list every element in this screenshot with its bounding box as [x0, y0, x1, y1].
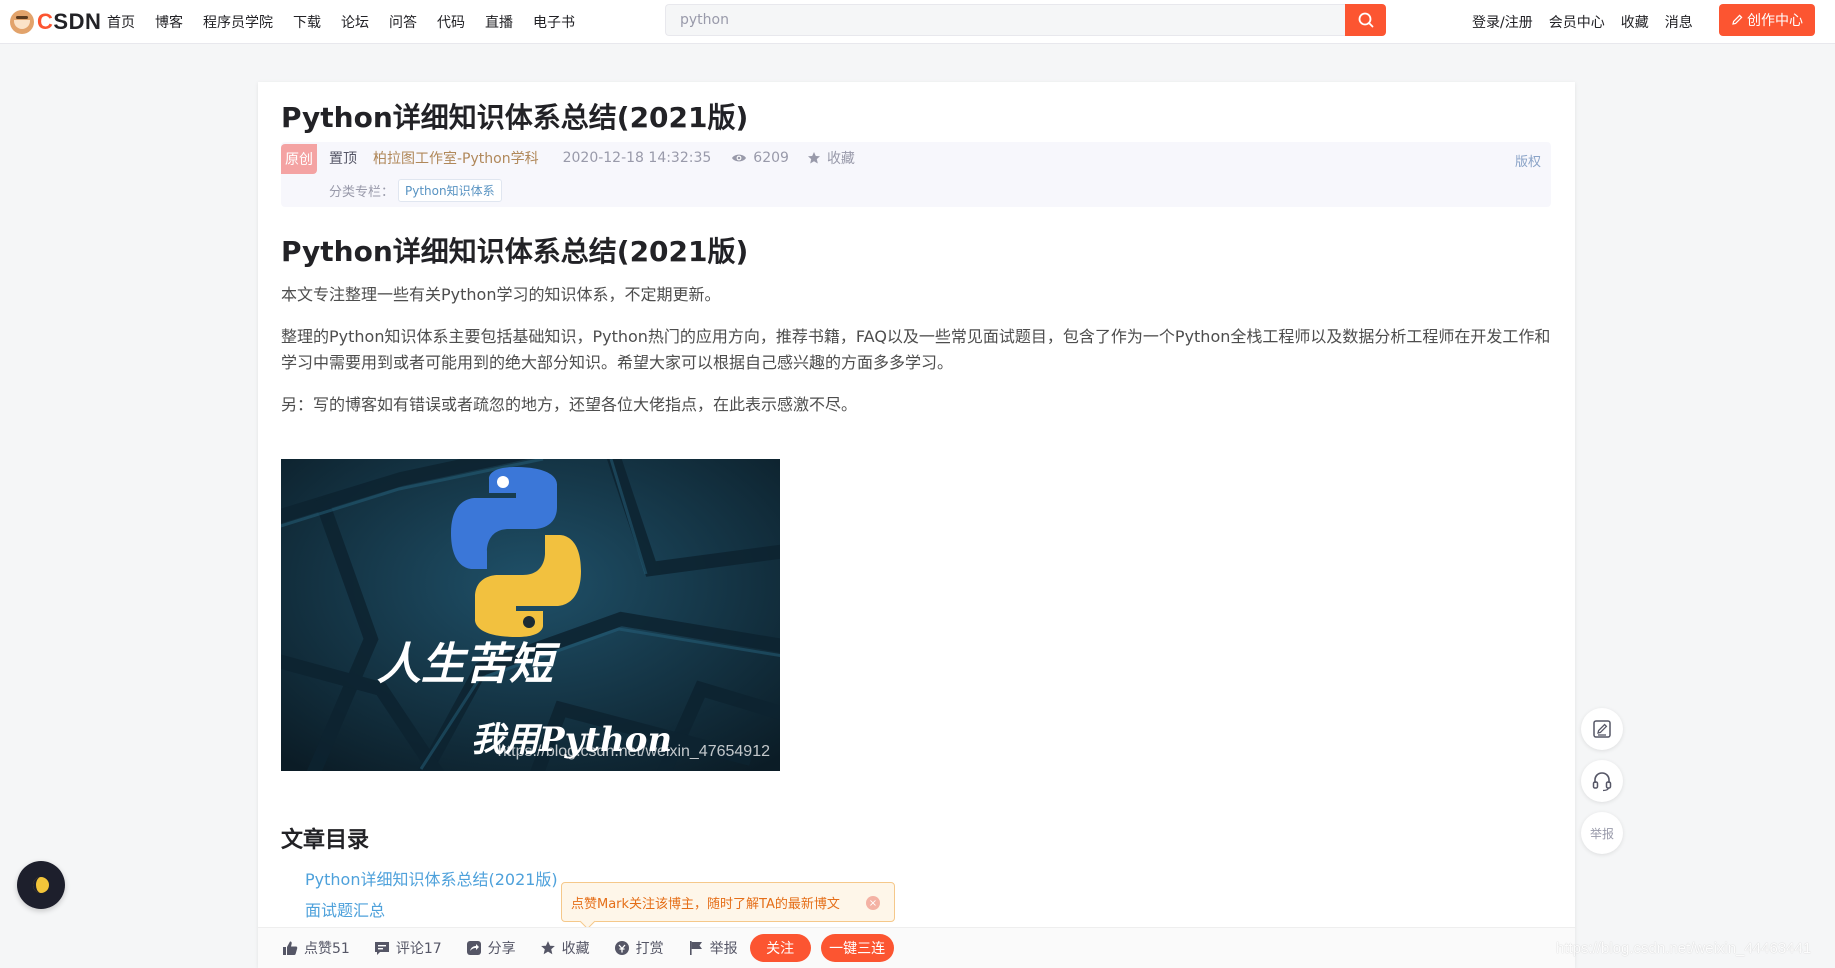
comment-button[interactable]: 评论17 — [374, 938, 442, 958]
flag-icon — [689, 941, 702, 955]
publish-date: 2020-12-18 14:32:35 — [562, 150, 712, 166]
reward-button[interactable]: 打赏 — [614, 938, 664, 958]
nav-live[interactable]: 直播 — [485, 12, 513, 32]
search-button[interactable] — [1345, 4, 1386, 36]
pen-icon — [1732, 14, 1743, 25]
favorite-button[interactable]: 收藏 — [540, 938, 590, 958]
like-label: 点赞51 — [304, 941, 350, 957]
follow-tip-text: 点赞Mark关注该博主，随时了解TA的最新博文 — [571, 896, 840, 912]
category-label: 分类专栏： — [329, 185, 395, 200]
create-center-label: 创作中心 — [1747, 13, 1803, 29]
csdn-logo[interactable]: CSDN — [10, 9, 101, 35]
calligraphy-line1: 人生苦短 — [377, 639, 561, 690]
article-card: Python详细知识体系总结(2021版) 原创 置顶 柏拉图工作室-Pytho… — [258, 82, 1575, 968]
search-input[interactable] — [665, 4, 1345, 36]
comment-icon — [374, 942, 389, 955]
headset-icon — [1592, 772, 1612, 792]
image-watermark: https://blog.csdn.net/weixin_47654912 — [497, 743, 770, 760]
nav-download[interactable]: 下载 — [293, 12, 321, 32]
report-button[interactable]: 举报 — [688, 938, 738, 958]
toc-item-interview[interactable]: 面试题汇总 — [305, 897, 385, 921]
star-icon — [807, 152, 820, 164]
paragraph-note: 另：写的博客如有错误或者疏忽的地方，还望各位大佬指点，在此表示感激不尽。 — [281, 395, 858, 414]
category-row: 分类专栏： Python知识体系 — [329, 179, 502, 202]
python-banner: 人生苦短 我用Python — [281, 459, 780, 771]
nav-ebook[interactable]: 电子书 — [533, 12, 575, 32]
brand-text: CSDN — [37, 9, 101, 35]
meta-favorite[interactable]: 收藏 — [807, 148, 855, 168]
pinned-label: 置顶 — [329, 151, 357, 167]
meta-row: 置顶 柏拉图工作室-Python学科 2020-12-18 14:32:35 6… — [329, 149, 855, 167]
triple-action-button[interactable]: 一键三连 — [820, 934, 894, 962]
paragraph-scope: 整理的Python知识体系主要包括基础知识，Python热门的应用方向，推荐书籍… — [281, 327, 1551, 372]
nav-qa[interactable]: 问答 — [389, 12, 417, 32]
share-icon — [466, 941, 481, 955]
dark-mode-toggle[interactable] — [17, 861, 65, 909]
article-meta: 原创 置顶 柏拉图工作室-Python学科 2020-12-18 14:32:3… — [281, 142, 1551, 207]
page-watermark: https://blog.csdn.net/weixin_44463441 — [1556, 940, 1812, 957]
favorite-label: 收藏 — [561, 941, 590, 957]
edit-tool-button[interactable] — [1581, 708, 1623, 750]
thumbs-up-icon — [283, 941, 298, 955]
author-link[interactable]: 柏拉图工作室-Python学科 — [373, 148, 539, 168]
mascot-icon — [10, 10, 34, 34]
article-heading: Python详细知识体系总结(2021版) — [281, 235, 749, 268]
moon-icon — [33, 877, 49, 893]
toc-item-summary[interactable]: Python详细知识体系总结(2021版) — [305, 866, 558, 890]
paragraph-intro: 本文专注整理一些有关Python学习的知识体系，不定期更新。 — [281, 285, 721, 304]
article-toolbar: 点赞51 评论17 分享 收藏 打赏 举报 关注 一键三连 — [258, 927, 1575, 968]
view-count: 6209 — [731, 150, 789, 166]
create-center-button[interactable]: 创作中心 — [1719, 4, 1815, 36]
search-icon — [1358, 12, 1373, 28]
nav-blog[interactable]: 博客 — [155, 12, 183, 32]
original-badge: 原创 — [281, 144, 317, 174]
like-button[interactable]: 点赞51 — [282, 938, 350, 958]
toc-title: 文章目录 — [281, 828, 370, 853]
category-tag[interactable]: Python知识体系 — [398, 179, 502, 202]
article-title: Python详细知识体系总结(2021版) — [281, 101, 749, 134]
eye-icon — [732, 154, 747, 162]
user-nav: 登录/注册 会员中心 收藏 消息 — [1472, 0, 1709, 44]
reward-label: 打赏 — [635, 941, 664, 957]
brand-rest: SDN — [53, 9, 102, 34]
article-hero-image: 人生苦短 我用Python https://blog.csdn.net/weix… — [281, 459, 780, 771]
messages-link[interactable]: 消息 — [1665, 12, 1693, 32]
favorites-link[interactable]: 收藏 — [1621, 12, 1649, 32]
follow-button[interactable]: 关注 — [749, 934, 811, 962]
customer-service-button[interactable] — [1581, 760, 1623, 802]
view-count-value: 6209 — [753, 150, 789, 166]
main-nav: 首页 博客 程序员学院 下载 论坛 问答 代码 直播 电子书 — [107, 0, 595, 44]
nav-home[interactable]: 首页 — [107, 12, 135, 32]
report-label: 举报 — [709, 941, 738, 957]
follow-tip-popup: 点赞Mark关注该博主，随时了解TA的最新博文 × — [561, 882, 895, 922]
top-navbar: CSDN 首页 博客 程序员学院 下载 论坛 问答 代码 直播 电子书 登录/注… — [0, 0, 1835, 44]
brand-prefix: C — [37, 9, 54, 34]
side-report-button[interactable]: 举报 — [1581, 812, 1623, 854]
search-bar — [665, 4, 1386, 36]
meta-favorite-label: 收藏 — [826, 151, 855, 167]
star-icon — [540, 941, 555, 955]
nav-forum[interactable]: 论坛 — [341, 12, 369, 32]
nav-academy[interactable]: 程序员学院 — [203, 12, 273, 32]
nav-code[interactable]: 代码 — [437, 12, 465, 32]
login-register-link[interactable]: 登录/注册 — [1472, 12, 1533, 32]
share-label: 分享 — [487, 941, 516, 957]
edit-icon — [1593, 720, 1611, 738]
coin-icon — [614, 941, 629, 955]
vip-center-link[interactable]: 会员中心 — [1549, 12, 1605, 32]
comment-label: 评论17 — [395, 941, 442, 957]
share-button[interactable]: 分享 — [466, 938, 516, 958]
close-icon[interactable]: × — [866, 896, 880, 910]
copyright-link[interactable]: 版权 — [1515, 151, 1541, 170]
